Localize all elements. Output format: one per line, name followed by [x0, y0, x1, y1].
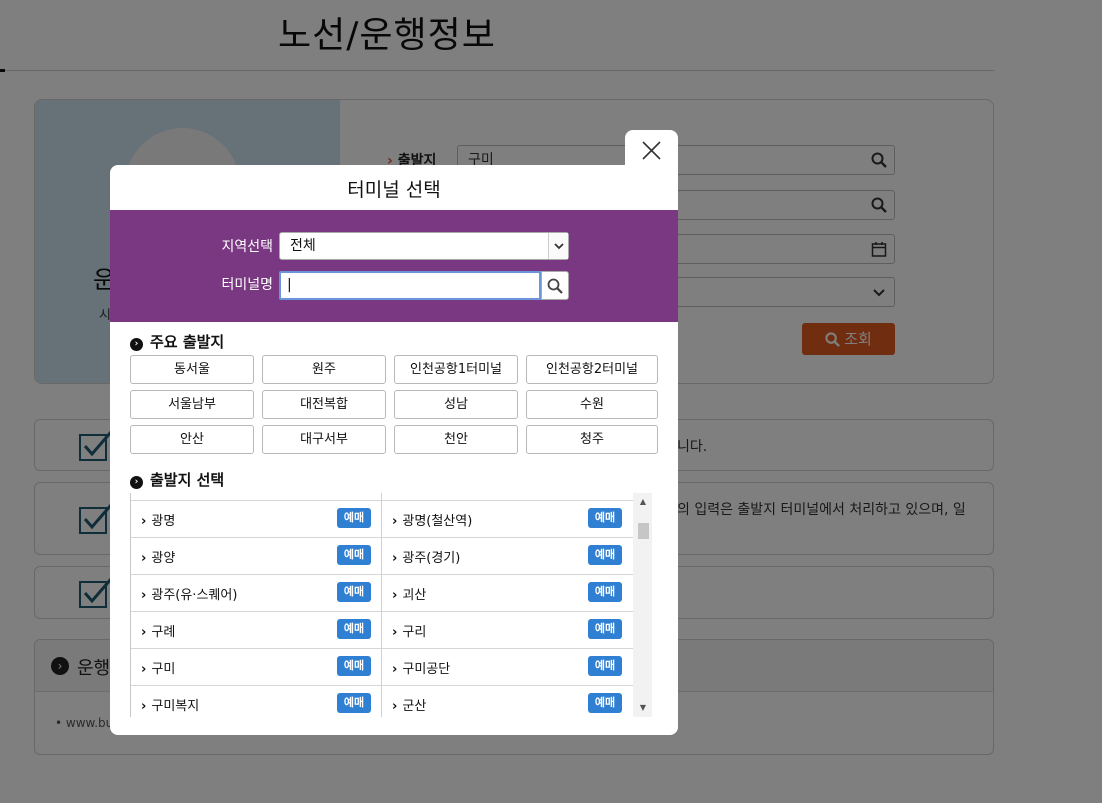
reservation-badge[interactable]: 예매 [588, 656, 622, 676]
terminal-name: 구미복지 [141, 695, 199, 714]
major-departure-button[interactable]: 청주 [526, 425, 658, 454]
modal-title: 터미널 선택 [347, 179, 441, 201]
terminal-name: 광양 [141, 547, 175, 566]
reservation-badge[interactable]: 예매 [337, 656, 371, 676]
major-departure-button[interactable]: 수원 [526, 390, 658, 419]
list-row: 구례 예매 구리 예매 [131, 611, 633, 648]
region-select-value: 전체 [290, 238, 316, 254]
region-label: 지역선택 [221, 239, 273, 255]
search-icon [547, 278, 563, 294]
list-item[interactable]: 구례 예매 [131, 612, 381, 648]
list-row: 광명 예매 광명(철산역) 예매 [131, 500, 633, 537]
modal-filter-panel: 지역선택 전체 터미널명 | [110, 210, 678, 322]
terminal-name: 구리 [392, 621, 426, 640]
terminal-select-modal: 터미널 선택 지역선택 전체 터미널명 | › 주요 출발지 동서울 원주 인천공… [110, 165, 678, 735]
major-departure-button[interactable]: 성남 [394, 390, 518, 419]
list-item[interactable]: 광명(철산역) 예매 [382, 501, 632, 537]
terminal-name: 구미공단 [392, 658, 450, 677]
reservation-badge[interactable]: 예매 [588, 619, 622, 639]
major-departure-button[interactable]: 원주 [262, 355, 386, 384]
list-row: 구미 예매 구미공단 예매 [131, 648, 633, 685]
terminal-name-value: | [287, 277, 292, 293]
list-item[interactable]: 구미공단 예매 [382, 649, 632, 685]
major-departure-button[interactable]: 대전복합 [262, 390, 386, 419]
list-item[interactable]: 괴산 예매 [382, 575, 632, 611]
scroll-thumb[interactable] [638, 523, 649, 539]
terminal-name: 광주(유·스퀘어) [141, 584, 237, 603]
scroll-up-icon[interactable]: ▲ [637, 496, 649, 508]
terminal-name-label: 터미널명 [221, 277, 273, 293]
list-item[interactable]: 군산 예매 [382, 686, 632, 717]
departure-select-heading: › 출발지 선택 [130, 469, 224, 490]
terminal-name: 구미 [141, 658, 175, 677]
list-item[interactable]: 광양 예매 [131, 538, 381, 574]
region-select[interactable]: 전체 [279, 232, 569, 260]
reservation-badge[interactable]: 예매 [588, 545, 622, 565]
major-departure-button[interactable]: 동서울 [130, 355, 254, 384]
list-item[interactable]: 광주(유·스퀘어) 예매 [131, 575, 381, 611]
major-departures-heading-text: 주요 출발지 [150, 333, 225, 351]
terminal-name: 광주(경기) [392, 547, 460, 566]
major-departure-button[interactable]: 대구서부 [262, 425, 386, 454]
major-departure-button[interactable]: 인천공항2터미널 [526, 355, 658, 384]
list-item[interactable]: 구미 예매 [131, 649, 381, 685]
terminal-name: 구례 [141, 621, 175, 640]
list-row: 광주(유·스퀘어) 예매 괴산 예매 [131, 574, 633, 611]
major-departure-button[interactable]: 안산 [130, 425, 254, 454]
major-departure-button[interactable]: 인천공항1터미널 [394, 355, 518, 384]
reservation-badge[interactable]: 예매 [588, 582, 622, 602]
terminal-name: 괴산 [392, 584, 426, 603]
reservation-badge[interactable]: 예매 [588, 693, 622, 713]
reservation-badge[interactable]: 예매 [337, 693, 371, 713]
reservation-badge[interactable]: 예매 [337, 619, 371, 639]
close-icon[interactable] [642, 141, 661, 160]
reservation-badge[interactable]: 예매 [337, 508, 371, 528]
terminal-name: 광명 [141, 510, 175, 529]
list-item[interactable]: 구미복지 예매 [131, 686, 381, 717]
list-row: 구미복지 예매 군산 예매 [131, 685, 633, 717]
major-departure-button[interactable]: 천안 [394, 425, 518, 454]
list-row: 광양 예매 광주(경기) 예매 [131, 537, 633, 574]
terminal-name-input[interactable]: | [279, 271, 541, 300]
chevron-right-icon: › [130, 338, 143, 351]
reservation-badge[interactable]: 예매 [337, 545, 371, 565]
major-departure-button[interactable]: 서울남부 [130, 390, 254, 419]
major-departures-heading: › 주요 출발지 [130, 331, 224, 352]
reservation-badge[interactable]: 예매 [337, 582, 371, 602]
terminal-name: 군산 [392, 695, 426, 714]
departure-select-heading-text: 출발지 선택 [150, 471, 225, 489]
list-scrollbar[interactable]: ▲ ▼ [633, 493, 652, 717]
list-item[interactable]: 구리 예매 [382, 612, 632, 648]
chevron-down-icon[interactable] [548, 233, 568, 259]
list-item[interactable]: 광주(경기) 예매 [382, 538, 632, 574]
list-item[interactable]: 광명 예매 [131, 501, 381, 537]
chevron-right-icon: › [130, 476, 143, 489]
terminal-search-button[interactable] [541, 271, 569, 300]
reservation-badge[interactable]: 예매 [588, 508, 622, 528]
scroll-down-icon[interactable]: ▼ [637, 702, 649, 714]
departure-list: 광명 예매 광명(철산역) 예매 광양 예매 광주(경기) 예매 광주(유·스퀘… [130, 493, 652, 717]
terminal-name: 광명(철산역) [392, 510, 472, 529]
